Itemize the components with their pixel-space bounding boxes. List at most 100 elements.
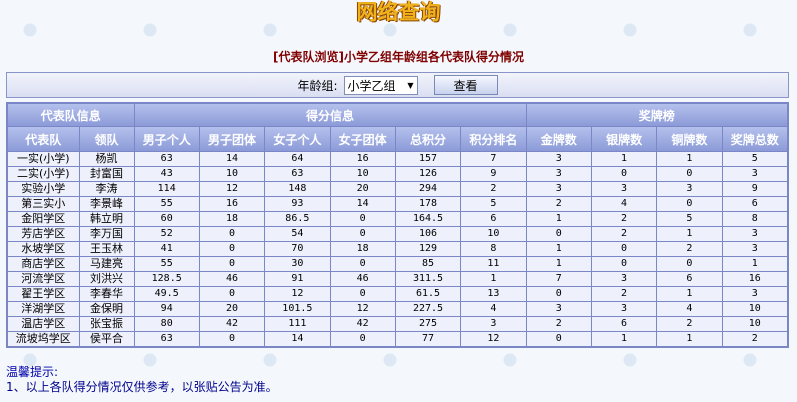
group-header-medals: 奖牌榜 (526, 104, 787, 126)
score-cell: 12 (330, 302, 395, 316)
leader-cell: 侯平合 (79, 332, 134, 346)
score-cell: 5 (461, 197, 526, 211)
leader-cell: 刘洪兴 (79, 272, 134, 286)
score-cell: 0 (591, 242, 657, 256)
age-group-label: 年龄组: (297, 78, 338, 93)
score-cell: 13 (461, 287, 526, 301)
score-cell: 0 (657, 257, 722, 271)
notice: 温馨提示: 1、以上各队得分情况仅供参考，以张贴公告为准。 (6, 365, 278, 395)
team-name-cell: 商店学区 (8, 257, 79, 271)
score-cell: 3 (722, 287, 787, 301)
leader-cell: 金保明 (79, 302, 134, 316)
score-cell: 3 (591, 272, 657, 286)
column-header: 领队 (79, 127, 134, 151)
team-name-cell: 一实(小学) (8, 152, 79, 166)
leader-cell: 张宝振 (79, 317, 134, 331)
score-cell: 5 (722, 152, 787, 166)
table-row: 翟王学区 李春华 49.5 0 12 0 61.5 13 0 2 1 3 (8, 287, 787, 301)
score-cell: 0 (657, 167, 722, 181)
score-cell: 101.5 (265, 302, 330, 316)
score-cell: 46 (330, 272, 395, 286)
score-cell: 9 (461, 167, 526, 181)
score-cell: 10 (722, 317, 787, 331)
score-cell: 4 (657, 302, 722, 316)
table-row: 河流学区 刘洪兴 128.5 46 91 46 311.5 1 7 3 6 16 (8, 272, 787, 286)
leader-cell: 李万国 (79, 227, 134, 241)
site-logo: 网络查询 (356, 0, 441, 24)
score-cell: 7 (526, 272, 591, 286)
score-cell: 10 (722, 302, 787, 316)
score-cell: 63 (134, 332, 199, 346)
score-cell: 93 (265, 197, 330, 211)
score-cell: 77 (395, 332, 461, 346)
table-row: 二实(小学) 封富国 43 10 63 10 126 9 3 0 0 3 (8, 167, 787, 181)
score-cell: 41 (134, 242, 199, 256)
score-cell: 0 (199, 242, 265, 256)
score-cell: 3 (526, 167, 591, 181)
score-cell: 2 (526, 317, 591, 331)
score-cell: 86.5 (265, 212, 330, 226)
score-cell: 6 (591, 317, 657, 331)
team-name-cell: 水坡学区 (8, 242, 79, 256)
score-cell: 54 (265, 227, 330, 241)
score-cell: 6 (657, 272, 722, 286)
score-cell: 63 (265, 167, 330, 181)
score-cell: 0 (199, 257, 265, 271)
score-cell: 16 (199, 197, 265, 211)
table-row: 芳店学区 李万国 52 0 54 0 106 10 0 2 1 3 (8, 227, 787, 241)
score-cell: 3 (591, 182, 657, 196)
score-cell: 46 (199, 272, 265, 286)
column-header: 男子团体 (199, 127, 265, 151)
score-cell: 3 (526, 302, 591, 316)
leader-cell: 王玉林 (79, 242, 134, 256)
score-cell: 2 (722, 332, 787, 346)
score-cell: 3 (591, 302, 657, 316)
table-row: 洋湖学区 金保明 94 20 101.5 12 227.5 4 3 3 4 10 (8, 302, 787, 316)
score-cell: 5 (657, 212, 722, 226)
score-cell: 42 (330, 317, 395, 331)
score-cell: 227.5 (395, 302, 461, 316)
column-header: 铜牌数 (657, 127, 722, 151)
score-cell: 16 (722, 272, 787, 286)
score-cell: 0 (526, 227, 591, 241)
score-cell: 55 (134, 197, 199, 211)
score-cell: 12 (265, 287, 330, 301)
score-cell: 3 (526, 182, 591, 196)
score-cell: 0 (591, 167, 657, 181)
leader-cell: 李涛 (79, 182, 134, 196)
score-cell: 60 (134, 212, 199, 226)
age-group-select[interactable]: 小学乙组 ▼ (343, 75, 418, 95)
group-header-team-info: 代表队信息 (8, 104, 134, 126)
score-cell: 91 (265, 272, 330, 286)
team-name-cell: 二实(小学) (8, 167, 79, 181)
score-cell: 178 (395, 197, 461, 211)
score-cell: 128.5 (134, 272, 199, 286)
score-cell: 3 (526, 152, 591, 166)
score-cell: 30 (265, 257, 330, 271)
score-cell: 10 (330, 167, 395, 181)
notice-line: 1、以上各队得分情况仅供参考，以张贴公告为准。 (6, 380, 278, 394)
score-cell: 2 (591, 287, 657, 301)
table-row: 实验小学 李涛 114 12 148 20 294 2 3 3 3 9 (8, 182, 787, 196)
team-name-cell: 翟王学区 (8, 287, 79, 301)
score-cell: 2 (657, 317, 722, 331)
leader-cell: 韩立明 (79, 212, 134, 226)
score-cell: 0 (591, 257, 657, 271)
score-cell: 106 (395, 227, 461, 241)
score-cell: 16 (330, 152, 395, 166)
view-button[interactable]: 查看 (433, 75, 498, 95)
table-row: 商店学区 马建亮 55 0 30 0 85 11 1 0 0 1 (8, 257, 787, 271)
group-header-score-info: 得分信息 (134, 104, 526, 126)
age-group-value: 小学乙组 (347, 78, 396, 93)
score-cell: 3 (722, 167, 787, 181)
leader-cell: 封富国 (79, 167, 134, 181)
score-cell: 1 (657, 227, 722, 241)
score-cell: 64 (265, 152, 330, 166)
table-row: 温店学区 张宝振 80 42 111 42 275 3 2 6 2 10 (8, 317, 787, 331)
leader-cell: 杨凯 (79, 152, 134, 166)
score-cell: 1 (657, 287, 722, 301)
score-cell: 148 (265, 182, 330, 196)
score-cell: 3 (722, 242, 787, 256)
score-cell: 1 (657, 152, 722, 166)
score-cell: 20 (330, 182, 395, 196)
